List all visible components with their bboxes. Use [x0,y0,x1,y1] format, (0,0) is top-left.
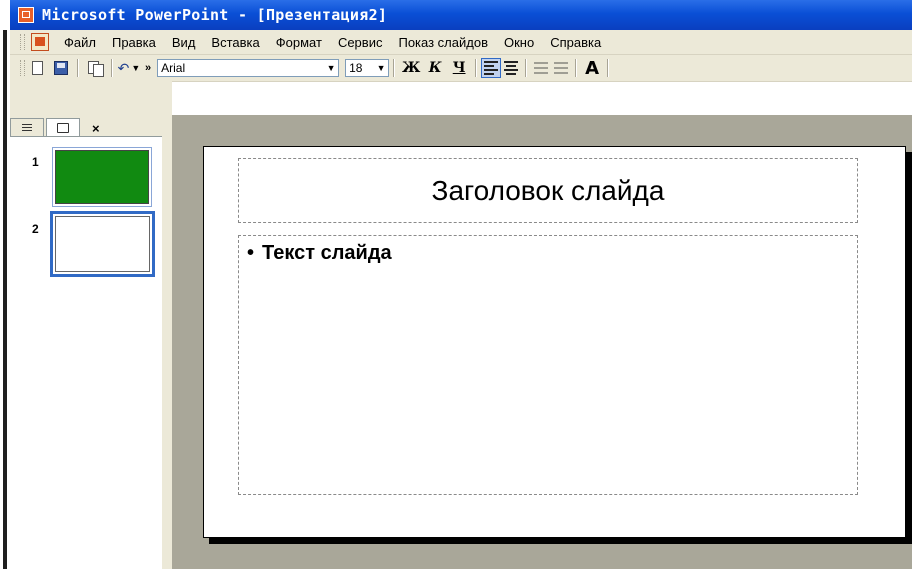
window-title: Microsoft PowerPoint - [Презентация2] [42,6,388,24]
align-line [504,61,519,63]
menubar-grip[interactable] [20,34,25,50]
bold-button[interactable]: Ж [399,60,423,76]
document-icon[interactable] [31,33,49,51]
toolbar-separator [111,59,113,77]
bullet-text: Текст слайда [262,242,392,264]
bullet-icon: • [247,242,255,264]
copy-button[interactable] [84,57,106,79]
close-pane-button[interactable]: × [92,121,100,136]
pane-splitter[interactable] [162,81,172,569]
formatting-toolbar: ↶ ▼ » Arial ▼ 18 ▼ Ж К Ч A [10,55,912,82]
list-line [554,62,569,64]
bulleted-list-button[interactable] [551,58,571,78]
save-button[interactable] [50,57,72,79]
align-line [484,65,495,67]
pane-tabs: × [10,117,160,136]
font-size-value: 18 [349,61,363,75]
numbered-list-button[interactable] [531,58,551,78]
toolbar-separator [393,59,396,77]
new-document-icon [31,61,43,75]
title-placeholder[interactable]: Заголовок слайда [238,158,858,223]
tab-slides[interactable] [46,118,80,136]
font-size-select[interactable]: 18 ▼ [345,59,390,77]
outline-icon [22,124,32,131]
chevron-down-icon[interactable]: ▼ [374,63,388,73]
underline-button[interactable]: Ч [447,60,471,76]
menu-insert[interactable]: Вставка [204,35,268,50]
slide-thumbnail-preview [55,216,150,272]
menu-help[interactable]: Справка [543,35,610,50]
align-line [506,73,517,75]
list-line [554,72,569,74]
window-left-frame [0,0,10,569]
italic-button[interactable]: К [423,60,447,76]
list-line [534,62,549,64]
menu-format[interactable]: Формат [269,35,331,50]
toolbar-separator [575,59,578,77]
title-bar: Microsoft PowerPoint - [Презентация2] [10,0,912,30]
chevron-down-icon[interactable]: ▼ [324,63,338,73]
save-icon [54,61,68,75]
body-placeholder[interactable]: • Текст слайда [238,235,858,495]
slide-title: Заголовок слайда [431,174,665,206]
slide-thumbnail-2[interactable] [50,211,155,277]
slide-number: 2 [32,222,39,236]
toolbar-separator [525,59,528,77]
font-name-select[interactable]: Arial ▼ [157,59,340,77]
toolbar-separator [607,59,610,77]
tab-outline[interactable] [10,118,44,136]
undo-icon: ↶ [117,59,130,76]
toolbar-grip[interactable] [20,60,25,76]
bullet-item: • Текст слайда [247,242,392,265]
menu-window[interactable]: Окно [497,35,543,50]
menu-bar: Файл Правка Вид Вставка Формат Сервис По… [10,30,912,55]
list-line [534,67,549,69]
align-center-button[interactable] [501,58,521,78]
powerpoint-app-icon[interactable] [18,7,34,23]
increase-font-size-button[interactable]: A [581,58,603,79]
align-line [484,61,499,63]
menu-edit[interactable]: Правка [105,35,165,50]
slide-number: 1 [32,155,39,169]
font-name-value: Arial [161,61,186,75]
toolbar-options-button[interactable]: » [145,62,151,74]
undo-button[interactable]: ↶ ▼ [117,57,141,79]
slides-icon [57,122,69,133]
toolbar-separator [475,59,478,77]
menu-file[interactable]: Файл [57,35,105,50]
list-line [534,72,549,74]
align-line [484,69,499,71]
slide-thumbnail-1[interactable] [52,147,152,207]
new-button[interactable] [26,57,48,79]
toolbar-separator [77,59,79,77]
align-line [506,65,517,67]
copy-icon [87,61,104,77]
slide-thumbnail-preview [55,150,149,204]
menu-view[interactable]: Вид [165,35,205,50]
align-line [504,69,519,71]
menu-tools[interactable]: Сервис [331,35,392,50]
menu-slideshow[interactable]: Показ слайдов [391,35,497,50]
list-line [554,67,569,69]
align-left-button[interactable] [481,58,502,78]
align-line [484,73,495,75]
undo-dropdown-icon: ▼ [131,63,141,73]
